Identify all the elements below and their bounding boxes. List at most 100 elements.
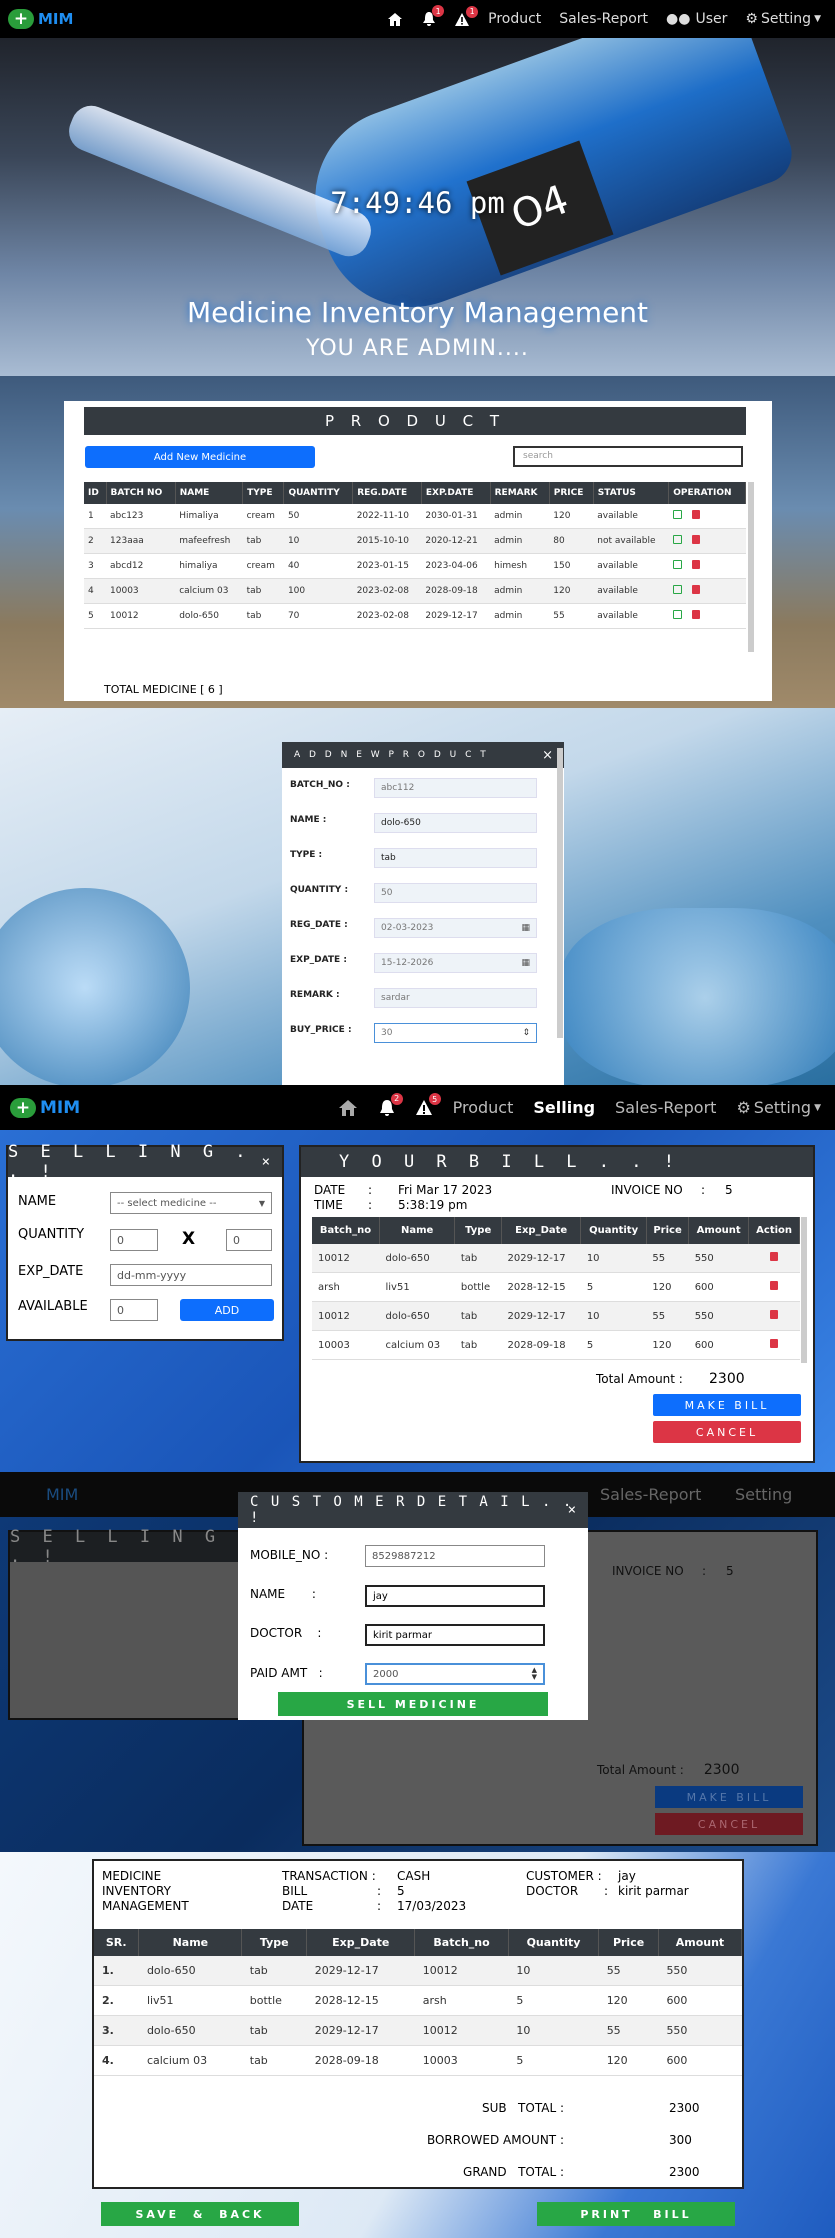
add-button[interactable]: ADD: [180, 1299, 274, 1321]
column-header: Name: [379, 1217, 456, 1244]
table-cell: 2: [84, 528, 107, 554]
doctor-label: DOCTOR :: [250, 1626, 322, 1640]
table-row: 3. dolo-650 tab 2029-12-17 10012 10 55 550: [94, 2015, 742, 2046]
product-section-bg: P R O D U C T Add New Medicine search ID…: [0, 376, 835, 708]
edit-icon[interactable]: [672, 535, 682, 544]
table-cell: tab: [241, 2045, 307, 2076]
table-cell: 120: [549, 578, 594, 604]
medicine-select[interactable]: -- select medicine -- ▼: [110, 1192, 272, 1214]
product-table-wrap: ID BATCH NO NAME TYPE QUANTITY REG.DATE EXP.DA…: [84, 482, 746, 629]
gear-icon: ⚙: [745, 11, 758, 27]
field-label: BUY_PRICE :: [290, 1025, 352, 1035]
add-modal-scrollbar[interactable]: [557, 748, 563, 1038]
calendar-icon[interactable]: ▦: [521, 923, 530, 933]
mobile-input[interactable]: 8529887212: [365, 1545, 545, 1567]
field-input[interactable]: dolo-650: [374, 813, 537, 833]
delete-icon[interactable]: [691, 510, 700, 519]
nav-setting[interactable]: ⚙ Setting ▼: [736, 1098, 821, 1117]
close-icon[interactable]: ×: [542, 748, 556, 763]
doctor-input[interactable]: kirit parmar: [365, 1624, 545, 1646]
edit-icon[interactable]: [672, 610, 682, 619]
delete-icon[interactable]: [770, 1252, 779, 1261]
quantity-input[interactable]: 0: [110, 1229, 158, 1251]
bell-icon[interactable]: 2: [379, 1092, 403, 1117]
brand-logo[interactable]: + MIM: [8, 9, 73, 29]
nav-product[interactable]: Product: [453, 1098, 514, 1117]
delete-icon[interactable]: [770, 1339, 779, 1348]
quantity-input-2[interactable]: 0: [226, 1229, 272, 1251]
delete-icon[interactable]: [770, 1281, 779, 1290]
home-icon[interactable]: [337, 1098, 359, 1117]
table-cell: 550: [658, 1956, 742, 1986]
clock-time: 7:49:46 pm: [330, 186, 505, 220]
table-cell: liv51: [379, 1272, 455, 1302]
print-bill-button[interactable]: PRINT BILL: [537, 2202, 735, 2226]
make-bill-button[interactable]: MAKE BILL: [653, 1394, 801, 1416]
table-cell: himesh: [490, 553, 550, 579]
nav-selling[interactable]: Selling: [533, 1098, 595, 1117]
cancel-button[interactable]: CANCEL: [653, 1421, 801, 1443]
search-input[interactable]: search: [513, 446, 743, 467]
product-scrollbar[interactable]: [748, 482, 754, 652]
field-input[interactable]: 50: [374, 883, 537, 903]
time-value: 5:38:19 pm: [398, 1198, 468, 1212]
brand-text: MIM: [38, 10, 74, 28]
delete-icon[interactable]: [691, 610, 700, 619]
nav-sales-report[interactable]: Sales-Report: [615, 1098, 716, 1117]
column-header: Name: [138, 1929, 243, 1956]
edit-icon[interactable]: [672, 510, 682, 519]
bill-date-row: DATE: Fri Mar 17 2023: [314, 1183, 492, 1197]
colon: :: [368, 1198, 373, 1212]
dim-invoice: INVOICE NO: 5: [612, 1564, 734, 1578]
customer-name-input[interactable]: jay: [365, 1585, 545, 1607]
warning-icon[interactable]: 1: [454, 5, 479, 27]
field-input[interactable]: 30 ⇕: [374, 1023, 537, 1043]
table-cell: available: [593, 603, 669, 629]
warning-icon[interactable]: 5: [415, 1093, 441, 1116]
delete-icon[interactable]: [691, 535, 700, 544]
add-new-medicine-button[interactable]: Add New Medicine: [85, 446, 315, 468]
field-input[interactable]: tab: [374, 848, 537, 868]
nav-product[interactable]: Product: [488, 11, 541, 27]
multiply-sign: X: [182, 1229, 196, 1249]
edit-icon[interactable]: [672, 560, 682, 569]
column-header: PRICE: [549, 482, 594, 504]
column-header: REG.DATE: [352, 482, 422, 504]
delete-icon[interactable]: [691, 585, 700, 594]
spinner-icon[interactable]: ▲ ▼: [532, 1667, 537, 1681]
product-table: ID BATCH NO NAME TYPE QUANTITY REG.DATE EXP.DA…: [84, 482, 746, 629]
form-row: REMARK : sardar: [282, 984, 564, 1019]
bill-scrollbar[interactable]: [801, 1217, 807, 1363]
column-header: REMARK: [490, 482, 550, 504]
nav-sales-report[interactable]: Sales-Report: [559, 11, 648, 27]
sell-medicine-button[interactable]: SELL MEDICINE: [278, 1692, 548, 1716]
table-cell: 2023-01-15: [352, 553, 422, 579]
table-cell: tab: [454, 1244, 502, 1273]
field-input[interactable]: 02-03-2023 ▦: [374, 918, 537, 938]
field-input[interactable]: abc112: [374, 778, 537, 798]
delete-icon[interactable]: [770, 1310, 779, 1319]
edit-icon[interactable]: [672, 585, 682, 594]
nav-user[interactable]: ●● User: [666, 11, 727, 27]
exp-date-input[interactable]: dd-mm-yyyy: [110, 1264, 272, 1286]
table-row: arsh liv51 bottle 2028-12-15 5 120 600: [312, 1272, 800, 1302]
table-cell: 600: [688, 1272, 749, 1302]
table-cell: admin: [490, 528, 550, 554]
close-icon[interactable]: ×: [568, 1502, 578, 1518]
field-label: QUANTITY :: [290, 885, 349, 895]
spinner-icon[interactable]: ⇕: [522, 1028, 530, 1038]
home-icon[interactable]: [386, 11, 404, 27]
delete-icon[interactable]: [691, 560, 700, 569]
top-navbar: + MIM 1 1 Product Sales-Report ●● User ⚙ Se…: [0, 0, 835, 38]
brand-logo[interactable]: + MIM: [10, 1097, 80, 1118]
save-back-button[interactable]: SAVE & BACK: [101, 2202, 299, 2226]
bell-icon[interactable]: 1: [422, 5, 445, 27]
field-input[interactable]: 15-12-2026 ▦: [374, 953, 537, 973]
field-input[interactable]: sardar: [374, 988, 537, 1008]
table-cell: 10012: [414, 2015, 509, 2046]
close-icon[interactable]: ×: [262, 1154, 276, 1170]
table-row: 4. calcium 03 tab 2028-09-18 10003 5 120 600: [94, 2045, 742, 2076]
paid-amt-input[interactable]: 2000 ▲ ▼: [365, 1663, 545, 1685]
calendar-icon[interactable]: ▦: [521, 958, 530, 968]
nav-setting[interactable]: ⚙ Setting ▼: [745, 11, 821, 27]
